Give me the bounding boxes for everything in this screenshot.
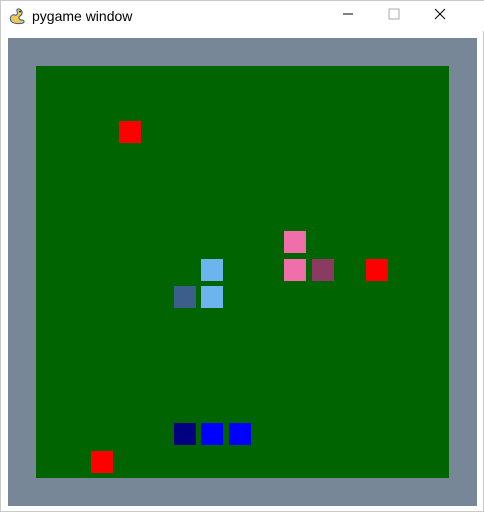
window-title: pygame window <box>32 8 133 24</box>
pink-snake-segment <box>284 259 306 281</box>
light-blue-snake-segment <box>201 286 223 308</box>
pink-snake-segment <box>284 231 306 253</box>
maximize-button[interactable] <box>371 1 417 31</box>
close-icon <box>434 7 446 25</box>
blue-snake-segment <box>229 423 251 445</box>
light-blue-snake-head <box>174 286 196 308</box>
food-tile <box>119 121 141 143</box>
close-button[interactable] <box>417 1 463 31</box>
minimize-icon <box>342 7 354 25</box>
blue-snake-segment <box>201 423 223 445</box>
title-bar[interactable]: pygame window <box>1 1 484 31</box>
game-canvas[interactable] <box>8 38 477 506</box>
pygame-window: pygame window <box>0 0 484 512</box>
minimize-button[interactable] <box>325 1 371 31</box>
pink-snake-head <box>312 259 334 281</box>
game-board <box>36 66 449 478</box>
maximize-icon <box>388 7 400 25</box>
blue-snake-head <box>174 423 196 445</box>
food-tile <box>91 451 113 473</box>
pygame-snake-icon <box>8 7 26 25</box>
food-tile <box>366 259 388 281</box>
light-blue-snake-segment <box>201 259 223 281</box>
